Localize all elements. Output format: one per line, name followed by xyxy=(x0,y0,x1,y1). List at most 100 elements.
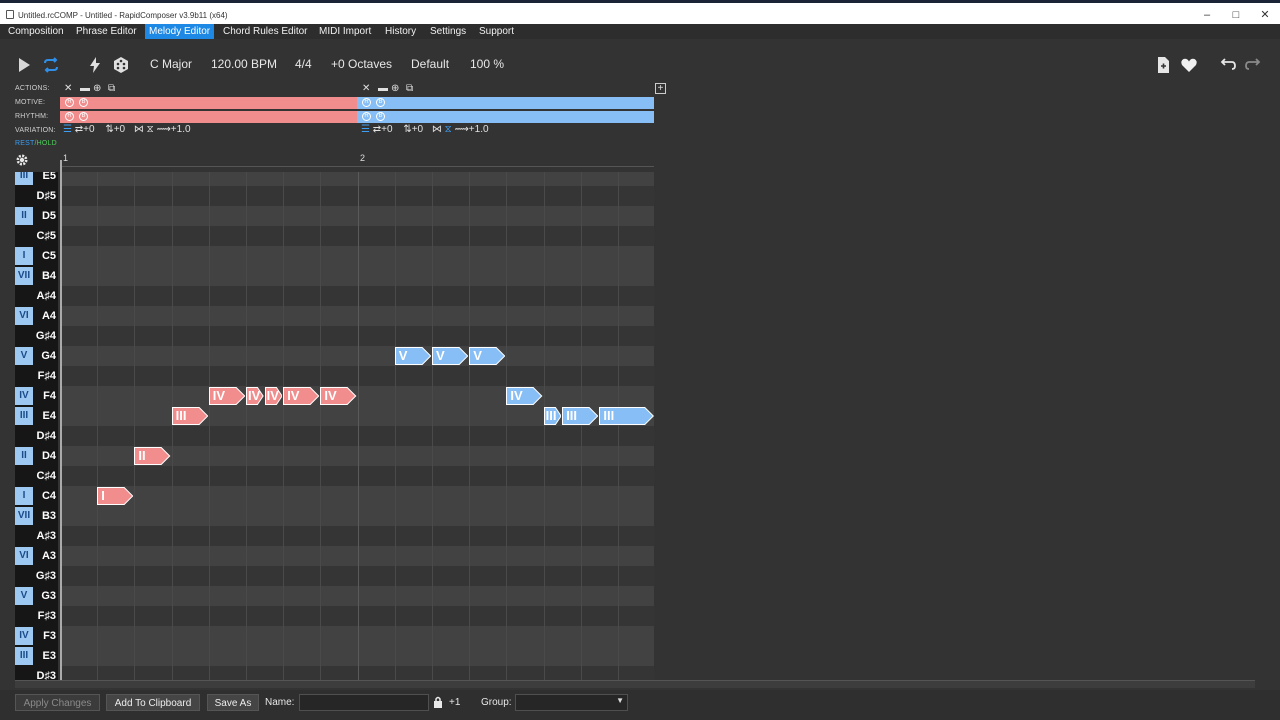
motive2-rhythm-b-icon[interactable]: B xyxy=(376,112,385,121)
motive1-target-icon[interactable]: ⊕ xyxy=(93,83,101,94)
add-to-clipboard-button[interactable]: Add To Clipboard xyxy=(106,694,200,711)
dice-icon[interactable] xyxy=(111,55,131,75)
lightning-icon[interactable] xyxy=(85,55,105,75)
undo-icon[interactable] xyxy=(1217,55,1237,75)
motive1-copy-icon[interactable]: ⧉ xyxy=(108,83,115,94)
piano-key[interactable]: IV F4 xyxy=(15,386,58,406)
motive1-motive-r-icon[interactable]: R xyxy=(65,98,74,107)
piano-key[interactable]: C♯4 xyxy=(15,466,58,486)
group-select[interactable]: ▼ xyxy=(515,694,628,711)
motive2-minus-icon[interactable]: ▬ xyxy=(378,83,388,94)
piano-key[interactable]: VII B4 xyxy=(15,266,58,286)
piano-key[interactable]: F♯3 xyxy=(15,606,58,626)
key-selector[interactable]: C Major xyxy=(150,57,192,71)
time-signature[interactable]: 4/4 xyxy=(295,57,312,71)
piano-key[interactable]: VI A4 xyxy=(15,306,58,326)
motive2-delete-icon[interactable]: ✕ xyxy=(362,83,370,94)
melody-note[interactable]: V xyxy=(394,347,431,365)
piano-key[interactable]: V G4 xyxy=(15,346,58,366)
motive1-rhythm-b-icon[interactable]: B xyxy=(79,112,88,121)
motive2-motive-band[interactable] xyxy=(357,97,654,109)
variation-list-icon[interactable]: ☰ xyxy=(361,124,370,135)
melody-note[interactable]: III xyxy=(543,407,562,425)
octave-shift[interactable]: +0 Octaves xyxy=(331,57,392,71)
piano-key[interactable]: IV F3 xyxy=(15,626,58,646)
heart-icon[interactable] xyxy=(1179,55,1199,75)
piano-key[interactable]: V G3 xyxy=(15,586,58,606)
menu-phrase-editor[interactable]: Phrase Editor xyxy=(72,24,141,39)
tempo-display[interactable]: 120.00 BPM xyxy=(211,57,277,71)
motive1-variation[interactable]: ☰ ⇄+0 ⇅+0 ⋈ ⧖ ⟿+1.0 xyxy=(63,124,191,135)
motive1-var-shift[interactable]: ⇄+0 xyxy=(75,124,95,135)
piano-key[interactable]: I C5 xyxy=(15,246,58,266)
menu-support[interactable]: Support xyxy=(475,24,518,39)
maximize-button[interactable]: □ xyxy=(1221,6,1251,24)
piano-key[interactable]: A♯4 xyxy=(15,286,58,306)
piano-key[interactable]: D♯3 xyxy=(15,666,58,680)
motive2-motive-b-icon[interactable]: B xyxy=(376,98,385,107)
motive1-delete-icon[interactable]: ✕ xyxy=(64,83,72,94)
gear-icon[interactable] xyxy=(15,153,29,167)
piano-key[interactable]: VI A3 xyxy=(15,546,58,566)
save-as-button[interactable]: Save As xyxy=(207,694,259,711)
melody-note[interactable]: IV xyxy=(320,387,357,405)
piano-key[interactable]: D♯5 xyxy=(15,186,58,206)
variation-mirror-icon[interactable]: ⋈ xyxy=(134,124,144,135)
variation-invert-icon[interactable]: ⧖ xyxy=(147,124,154,135)
melody-note[interactable]: I xyxy=(97,487,134,505)
melody-note[interactable]: IV xyxy=(283,387,320,405)
menu-settings[interactable]: Settings xyxy=(426,24,470,39)
melody-note[interactable]: IV xyxy=(264,387,283,405)
motive2-var-stretch[interactable]: ⟿+1.0 xyxy=(454,124,488,135)
piano-key[interactable]: III E5 xyxy=(15,172,58,186)
menu-melody-editor[interactable]: Melody Editor xyxy=(145,24,215,39)
motive1-var-stretch[interactable]: ⟿+1.0 xyxy=(156,124,190,135)
motive1-minus-icon[interactable]: ▬ xyxy=(80,83,90,94)
melody-note[interactable]: III xyxy=(171,407,208,425)
melody-note[interactable]: II xyxy=(134,447,171,465)
melody-note[interactable]: V xyxy=(432,347,469,365)
motive2-var-transpose[interactable]: ⇅+0 xyxy=(403,124,423,135)
melody-note[interactable]: IV xyxy=(506,387,543,405)
play-icon[interactable] xyxy=(15,55,35,75)
variation-invert-icon[interactable]: ⧖ xyxy=(445,124,452,135)
motive2-variation[interactable]: ☰ ⇄+0 ⇅+0 ⋈ ⧖ ⟿+1.0 xyxy=(361,124,489,135)
menu-history[interactable]: History xyxy=(381,24,420,39)
piano-key[interactable]: II D4 xyxy=(15,446,58,466)
piano-key[interactable]: I C4 xyxy=(15,486,58,506)
menu-chord-rules-editor[interactable]: Chord Rules Editor xyxy=(219,24,311,39)
close-button[interactable]: ✕ xyxy=(1250,6,1280,24)
loop-icon[interactable] xyxy=(41,55,61,75)
piano-key[interactable]: F♯4 xyxy=(15,366,58,386)
piano-key[interactable]: G♯4 xyxy=(15,326,58,346)
melody-note[interactable]: IV xyxy=(208,387,245,405)
menu-composition[interactable]: Composition xyxy=(4,24,68,39)
lock-icon[interactable] xyxy=(433,696,443,708)
motive2-var-shift[interactable]: ⇄+0 xyxy=(373,124,393,135)
zoom-level[interactable]: 100 % xyxy=(470,57,504,71)
horizontal-scrollbar[interactable] xyxy=(15,680,1255,688)
name-input[interactable] xyxy=(299,694,429,711)
motive1-motive-b-icon[interactable]: B xyxy=(79,98,88,107)
motive2-copy-icon[interactable]: ⧉ xyxy=(406,83,413,94)
note-grid[interactable]: I II III IV IV IV IV IV V V V IV III III III xyxy=(60,172,654,680)
melody-note[interactable]: III xyxy=(599,407,654,425)
preset-selector[interactable]: Default xyxy=(411,57,449,71)
variation-mirror-icon[interactable]: ⋈ xyxy=(432,124,442,135)
plus-one-label[interactable]: +1 xyxy=(449,697,460,708)
melody-note[interactable]: III xyxy=(562,407,599,425)
motive1-var-transpose[interactable]: ⇅+0 xyxy=(105,124,125,135)
piano-key[interactable]: D♯4 xyxy=(15,426,58,446)
piano-key[interactable]: G♯3 xyxy=(15,566,58,586)
apply-changes-button[interactable]: Apply Changes xyxy=(15,694,100,711)
melody-note[interactable]: IV xyxy=(246,387,264,405)
menu-midi-import[interactable]: MIDI Import xyxy=(315,24,375,39)
motive1-motive-band[interactable] xyxy=(60,97,357,109)
document-icon[interactable] xyxy=(1153,55,1173,75)
motive2-target-icon[interactable]: ⊕ xyxy=(391,83,399,94)
melody-note[interactable]: V xyxy=(469,347,506,365)
redo-icon[interactable] xyxy=(1244,55,1264,75)
piano-key[interactable]: VII B3 xyxy=(15,506,58,526)
piano-key[interactable]: A♯3 xyxy=(15,526,58,546)
piano-key[interactable]: III E3 xyxy=(15,646,58,666)
